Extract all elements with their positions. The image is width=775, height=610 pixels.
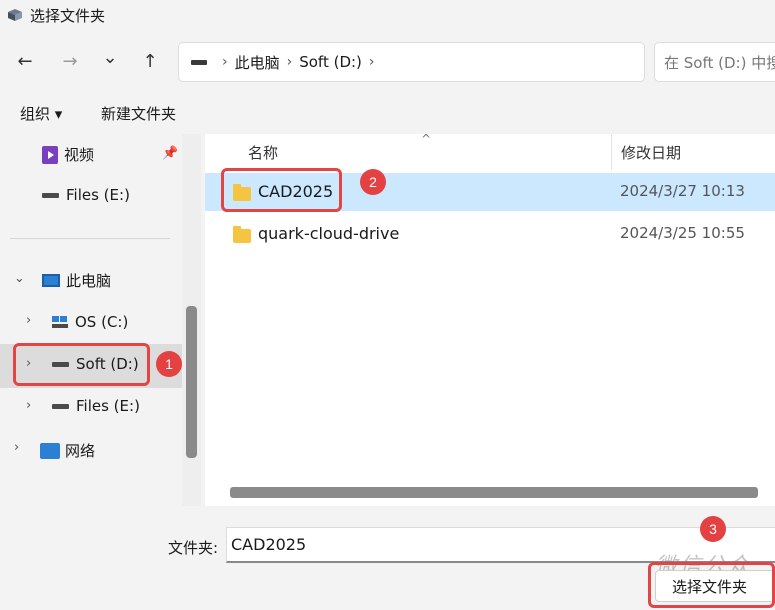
pin-icon: 📌: [162, 146, 179, 161]
column-header-modified[interactable]: 修改日期: [621, 142, 681, 163]
folder-icon: [233, 226, 251, 243]
highlight-box-cad2025: [221, 168, 342, 212]
address-bar[interactable]: › 此电脑 › Soft (D:) › ⌄ ↻: [178, 42, 754, 82]
video-folder-icon: [42, 145, 58, 164]
arrow-left-icon: ←: [17, 50, 33, 72]
sidebar-item-label: 此电脑: [66, 272, 112, 290]
collapse-chevron-icon[interactable]: ›: [14, 440, 19, 455]
column-divider[interactable]: [611, 134, 612, 170]
sidebar-item-label: Files (E:): [66, 186, 130, 204]
sidebar-divider: [10, 238, 170, 239]
sidebar-item-label: 视频: [64, 146, 95, 164]
file-modified-date: 2024/3/25 10:55: [620, 224, 745, 242]
sidebar-item-label: Files (E:): [76, 397, 140, 415]
sidebar-item-label: OS (C:): [75, 313, 129, 331]
sidebar-item-this-pc[interactable]: 此电脑: [42, 270, 111, 291]
chevron-down-icon: ⌄: [102, 46, 118, 68]
dialog-app-icon: [8, 9, 22, 21]
file-modified-date: 2024/3/27 10:13: [620, 182, 745, 200]
collapse-chevron-icon[interactable]: ›: [26, 313, 31, 328]
drive-icon: [42, 192, 59, 198]
nav-scrollbar-thumb[interactable]: [186, 306, 197, 458]
horizontal-scrollbar-thumb[interactable]: [230, 487, 758, 498]
breadcrumb-separator: ›: [286, 54, 293, 70]
sidebar-item-files-e[interactable]: Files (E:): [52, 397, 140, 415]
sidebar-item-network[interactable]: 网络: [40, 440, 95, 461]
sidebar-item-label: 网络: [65, 442, 96, 460]
folder-field-label: 文件夹:: [168, 539, 219, 557]
search-input[interactable]: 在 Soft (D:) 中搜: [654, 42, 775, 82]
breadcrumb-separator: ›: [222, 54, 228, 70]
up-button[interactable]: ↑: [137, 48, 163, 74]
column-header-name[interactable]: 名称: [248, 142, 278, 163]
drive-icon: [52, 403, 69, 409]
recent-locations-button[interactable]: ⌄: [97, 44, 123, 70]
highlight-box-soft-d: [13, 343, 150, 386]
expand-chevron-icon[interactable]: ⌄: [14, 271, 25, 286]
file-name: quark-cloud-drive: [258, 224, 400, 243]
breadcrumb-soft-d[interactable]: Soft (D:): [299, 53, 362, 71]
command-bar: 组织 ▾ 新建文件夹: [0, 94, 775, 130]
navigation-bar: ← → ⌄ ↑ › 此电脑 › Soft (D:) › ⌄ ↻ 在 Soft (…: [0, 38, 775, 86]
sidebar-item-files-e-quick[interactable]: Files (E:): [42, 186, 130, 204]
step-badge-1: 1: [156, 351, 182, 377]
collapse-chevron-icon[interactable]: ›: [26, 398, 31, 413]
forward-button[interactable]: →: [57, 48, 83, 74]
sort-ascending-icon: ^: [421, 132, 432, 146]
breadcrumb-separator: ›: [368, 54, 375, 70]
file-row-quark-cloud-drive[interactable]: quark-cloud-drive 2024/3/25 10:55: [205, 215, 775, 253]
sidebar-item-os-c[interactable]: OS (C:): [52, 313, 128, 331]
step-badge-2: 2: [360, 169, 386, 195]
highlight-box-select-button: [648, 562, 775, 608]
back-button[interactable]: ←: [12, 48, 38, 74]
window-title: 选择文件夹: [30, 6, 106, 25]
network-icon: [40, 442, 60, 459]
arrow-up-icon: ↑: [142, 50, 158, 72]
breadcrumb-this-pc[interactable]: 此电脑: [235, 52, 280, 73]
organize-menu-button[interactable]: 组织 ▾: [20, 103, 62, 124]
windows-drive-icon: [52, 316, 68, 328]
arrow-right-icon: →: [62, 50, 78, 72]
title-bar: 选择文件夹: [0, 0, 775, 30]
folder-name-value: CAD2025: [231, 535, 307, 554]
step-badge-3: 3: [700, 516, 726, 542]
new-folder-button[interactable]: 新建文件夹: [101, 103, 176, 124]
drive-icon: [191, 59, 207, 65]
sidebar-item-videos[interactable]: 视频: [42, 144, 94, 165]
computer-icon: [42, 274, 60, 287]
navigation-pane: 视频 📌 Files (E:) ⌄ 此电脑 › OS (C:) › Soft (…: [0, 134, 201, 506]
search-placeholder: 在 Soft (D:) 中搜: [664, 53, 775, 72]
